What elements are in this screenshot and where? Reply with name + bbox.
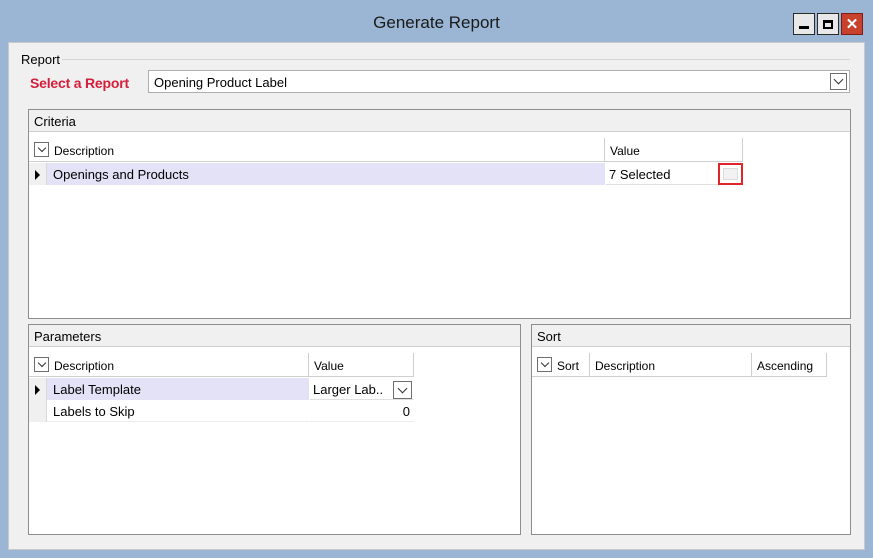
parameters-column-description[interactable]: Description: [29, 353, 309, 377]
select-report-label: Select a Report: [30, 75, 129, 91]
chevron-down-icon: [37, 358, 46, 368]
label-template-dropdown-button[interactable]: [393, 381, 412, 399]
criteria-row[interactable]: Openings and Products: [29, 163, 605, 185]
minimize-button[interactable]: [793, 13, 815, 35]
row-indicator: [29, 400, 47, 422]
row-pointer-icon: [35, 385, 40, 395]
chevron-down-icon: [833, 74, 844, 85]
report-select[interactable]: Opening Product Label: [148, 70, 850, 93]
chevron-down-icon: [37, 143, 46, 153]
parameters-row-value: 0: [402, 404, 410, 419]
sort-column-sort[interactable]: Sort: [532, 353, 590, 377]
labels-to-skip-input[interactable]: 0: [310, 400, 414, 422]
sort-column-ascending[interactable]: Ascending: [752, 353, 827, 377]
sort-ascending-header: Ascending: [757, 359, 814, 373]
criteria-header: Criteria: [29, 110, 850, 132]
criteria-panel: Criteria Description Value Openings and …: [28, 109, 851, 319]
criteria-column-value[interactable]: Value: [605, 138, 743, 162]
sort-title: Sort: [537, 329, 561, 344]
column-chooser-button[interactable]: [537, 357, 552, 372]
criteria-title: Criteria: [34, 114, 76, 129]
row-indicator: [29, 378, 47, 400]
chevron-down-icon: [540, 358, 549, 368]
parameters-panel: Parameters Description Value Label Templ…: [28, 324, 521, 535]
maximize-icon: [823, 19, 833, 29]
parameters-title: Parameters: [34, 329, 102, 344]
sort-panel: Sort Sort Description Ascending: [531, 324, 851, 535]
report-group-label: Report: [19, 52, 63, 67]
parameters-row[interactable]: Label Template: [29, 378, 309, 400]
dialog-body: Report Select a Report Opening Product L…: [8, 42, 865, 550]
chevron-down-icon: [397, 383, 408, 393]
criteria-row-value: 7 Selected: [609, 167, 671, 182]
column-chooser-button[interactable]: [34, 357, 49, 372]
sort-sort-header: Sort: [557, 359, 580, 373]
criteria-description-header: Description: [54, 144, 115, 158]
maximize-button[interactable]: [817, 13, 839, 35]
parameters-value-header: Value: [314, 359, 344, 373]
criteria-column-description[interactable]: Description: [29, 138, 605, 162]
parameters-row-description: Label Template: [53, 382, 141, 397]
close-button[interactable]: ✕: [841, 13, 863, 35]
parameters-row-description: Labels to Skip: [53, 404, 135, 419]
criteria-ellipsis-button[interactable]: [718, 163, 743, 185]
sort-header: Sort: [532, 325, 850, 347]
report-dropdown-button[interactable]: [830, 73, 847, 90]
parameters-row-value: Larger Lab..: [313, 382, 384, 397]
report-select-value: Opening Product Label: [154, 75, 287, 90]
window-title: Generate Report: [373, 13, 500, 32]
sort-column-description[interactable]: Description: [590, 353, 752, 377]
criteria-row-description: Openings and Products: [53, 167, 189, 182]
column-chooser-button[interactable]: [34, 142, 49, 157]
minimize-icon: [799, 25, 809, 29]
title-bar: Generate Report ✕: [0, 0, 873, 42]
parameters-row[interactable]: Labels to Skip: [29, 400, 309, 422]
ellipsis-icon: [723, 168, 738, 180]
parameters-header: Parameters: [29, 325, 520, 347]
row-indicator: [29, 163, 47, 185]
sort-description-header: Description: [595, 359, 656, 373]
close-icon: ✕: [845, 16, 859, 33]
parameters-description-header: Description: [54, 359, 115, 373]
criteria-value-header: Value: [610, 144, 640, 158]
row-pointer-icon: [35, 170, 40, 180]
parameters-column-value[interactable]: Value: [309, 353, 414, 377]
label-template-select[interactable]: Larger Lab..: [310, 378, 414, 400]
criteria-row-value-cell[interactable]: 7 Selected: [606, 163, 743, 185]
